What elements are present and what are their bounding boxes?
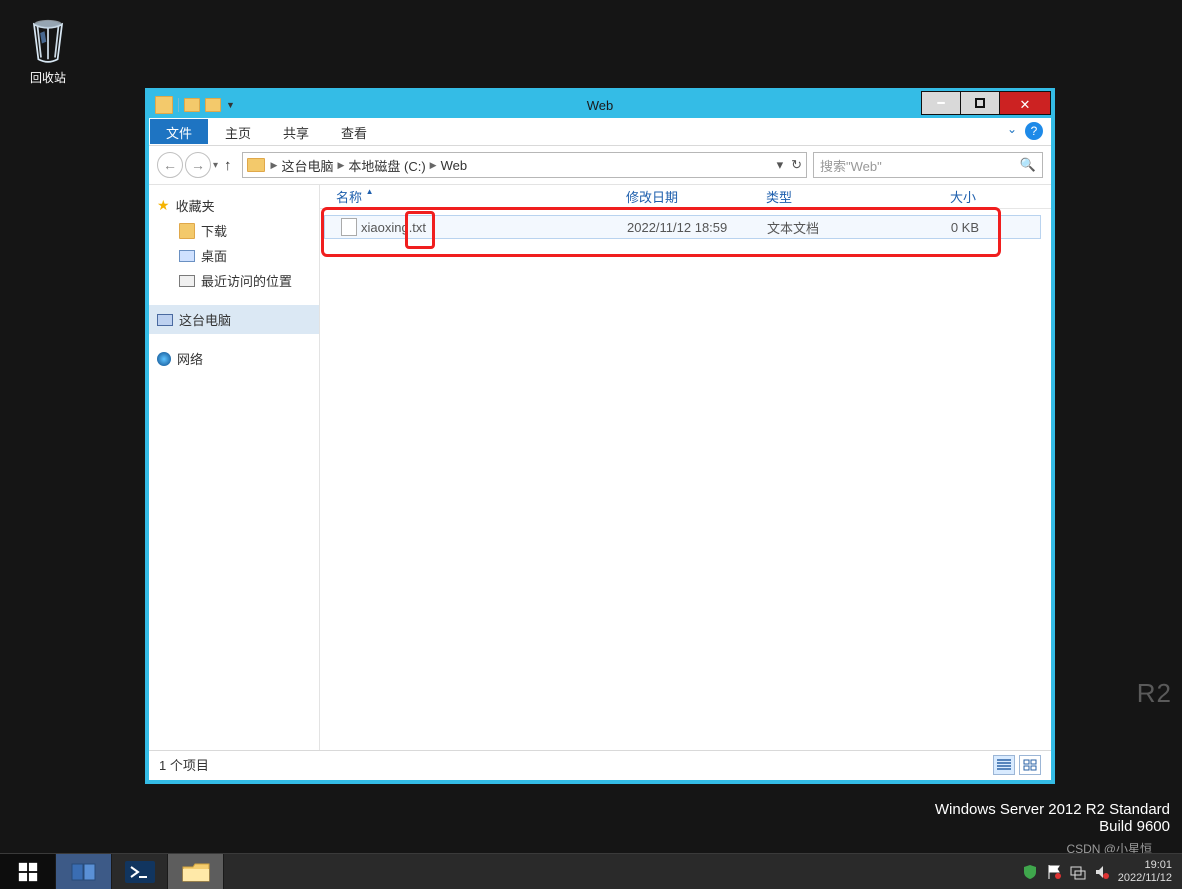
taskbar-server-manager[interactable] [56, 854, 112, 889]
tab-share[interactable]: 共享 [267, 118, 325, 145]
nav-item-label: 桌面 [201, 246, 227, 265]
os-build: Build 9600 [935, 818, 1170, 835]
recent-icon [179, 275, 195, 287]
quick-access-toolbar: ▼ [149, 96, 235, 114]
network-icon [157, 352, 171, 366]
nav-item-label: 最近访问的位置 [201, 271, 292, 290]
maximize-button[interactable] [960, 91, 1000, 115]
tab-home[interactable]: 主页 [209, 118, 267, 145]
nav-item-recent[interactable]: 最近访问的位置 [149, 268, 319, 293]
nav-item-desktop[interactable]: 桌面 [149, 243, 319, 268]
powershell-icon [125, 861, 155, 883]
text-file-icon [341, 218, 357, 236]
new-folder-icon[interactable] [205, 98, 221, 112]
ribbon-collapse-icon[interactable]: ⌄ [1001, 118, 1023, 145]
explorer-icon [182, 861, 210, 883]
breadcrumb-item[interactable]: Web [441, 158, 468, 173]
os-edition: Windows Server 2012 R2 Standard [935, 801, 1170, 818]
taskbar-powershell[interactable] [112, 854, 168, 889]
action-flag-icon[interactable] [1046, 864, 1062, 880]
tray-date: 2022/11/12 [1118, 872, 1172, 885]
windows-logo-icon [17, 861, 39, 883]
ribbon: 文件 主页 共享 查看 ⌄ ? [149, 118, 1051, 146]
os-info: Windows Server 2012 R2 Standard Build 96… [935, 801, 1170, 835]
tray-clock[interactable]: 19:01 2022/11/12 [1118, 859, 1172, 885]
search-input[interactable]: 搜索"Web" 🔍 [813, 152, 1043, 178]
up-button[interactable]: ↑ [220, 157, 236, 174]
back-button[interactable]: ← [157, 152, 183, 178]
content-area: 名称 ▲ 修改日期 类型 大小 xiaoxing.txt 2022/11/12 … [320, 185, 1051, 750]
nav-favorites-label: 收藏夹 [176, 196, 215, 215]
file-size: 0 KB [907, 220, 985, 235]
nav-item-downloads[interactable]: 下载 [149, 218, 319, 243]
os-r2-watermark: R2 [1137, 678, 1172, 709]
window-title: Web [149, 98, 1051, 113]
volume-icon[interactable] [1094, 864, 1110, 880]
col-type[interactable]: 类型 [766, 187, 906, 206]
file-row[interactable]: xiaoxing.txt 2022/11/12 18:59 文本文档 0 KB [324, 215, 1041, 239]
large-icons-icon [1023, 759, 1037, 771]
col-size[interactable]: 大小 [906, 187, 986, 206]
file-type: 文本文档 [767, 218, 907, 237]
folder-icon [247, 158, 265, 172]
view-details-button[interactable] [993, 755, 1015, 775]
tab-view[interactable]: 查看 [325, 118, 383, 145]
chevron-right-icon[interactable]: ▶ [335, 160, 346, 171]
nav-network-label: 网络 [177, 349, 203, 368]
qat-sep [178, 98, 179, 112]
recycle-bin-icon [27, 15, 69, 65]
details-icon [997, 759, 1011, 771]
server-manager-icon [71, 861, 97, 883]
view-large-icons-button[interactable] [1019, 755, 1041, 775]
nav-item-label: 下载 [201, 221, 227, 240]
recycle-bin-label: 回收站 [20, 69, 76, 86]
chevron-right-icon[interactable]: ▶ [269, 160, 280, 171]
nav-favorites[interactable]: ★ 收藏夹 [149, 193, 319, 218]
folder-icon [179, 223, 195, 239]
navigation-pane: ★ 收藏夹 下载 桌面 最近访问的位置 这台电脑 网络 [149, 185, 320, 750]
status-bar: 1 个项目 [149, 750, 1051, 778]
start-button[interactable] [0, 854, 56, 889]
file-tab[interactable]: 文件 [150, 119, 208, 144]
refresh-icon[interactable]: ↻ [791, 157, 802, 173]
col-name[interactable]: 名称 ▲ [336, 187, 626, 206]
desktop-icon [179, 250, 195, 262]
help-icon[interactable]: ? [1025, 122, 1043, 140]
nav-row: ← → ▾ ↑ ▶ 这台电脑 ▶ 本地磁盘 (C:) ▶ Web ▾ ↻ 搜索"… [149, 146, 1051, 184]
file-date: 2022/11/12 18:59 [627, 220, 767, 235]
tray-time: 19:01 [1118, 859, 1172, 872]
star-icon: ★ [157, 197, 170, 214]
nav-network[interactable]: 网络 [149, 346, 319, 371]
forward-button[interactable]: → [185, 152, 211, 178]
status-text: 1 个项目 [159, 755, 209, 774]
explorer-window: ▼ Web ━ ✕ 文件 主页 共享 查看 ⌄ ? ← → ▾ ↑ ▶ 这台电脑 [145, 88, 1055, 784]
folder-icon [155, 96, 173, 114]
breadcrumb-item[interactable]: 这台电脑 [281, 156, 333, 175]
system-tray[interactable]: 19:01 2022/11/12 [1012, 854, 1182, 889]
recycle-bin[interactable]: 回收站 [20, 15, 76, 86]
breadcrumb-item[interactable]: 本地磁盘 (C:) [348, 156, 425, 175]
nav-this-pc[interactable]: 这台电脑 [149, 305, 319, 334]
computer-icon [157, 314, 173, 326]
properties-icon[interactable] [184, 98, 200, 112]
history-dropdown-icon[interactable]: ▾ [213, 160, 218, 171]
file-name: xiaoxing.txt [361, 220, 426, 235]
chevron-down-icon[interactable]: ▾ [777, 157, 784, 173]
search-icon: 🔍 [1020, 157, 1036, 173]
qat-expand-icon[interactable]: ▼ [226, 100, 235, 110]
taskbar-explorer[interactable] [168, 854, 224, 889]
col-date[interactable]: 修改日期 [626, 187, 766, 206]
address-bar[interactable]: ▶ 这台电脑 ▶ 本地磁盘 (C:) ▶ Web ▾ ↻ [242, 152, 807, 178]
security-icon[interactable] [1022, 864, 1038, 880]
taskbar: 19:01 2022/11/12 [0, 853, 1182, 889]
nav-this-pc-label: 这台电脑 [179, 310, 231, 329]
network-tray-icon[interactable] [1070, 864, 1086, 880]
close-button[interactable]: ✕ [999, 91, 1051, 115]
search-placeholder: 搜索"Web" [820, 156, 882, 175]
title-bar[interactable]: ▼ Web ━ ✕ [149, 92, 1051, 118]
column-headers[interactable]: 名称 ▲ 修改日期 类型 大小 [320, 185, 1051, 209]
chevron-right-icon[interactable]: ▶ [428, 160, 439, 171]
minimize-button[interactable]: ━ [921, 91, 961, 115]
